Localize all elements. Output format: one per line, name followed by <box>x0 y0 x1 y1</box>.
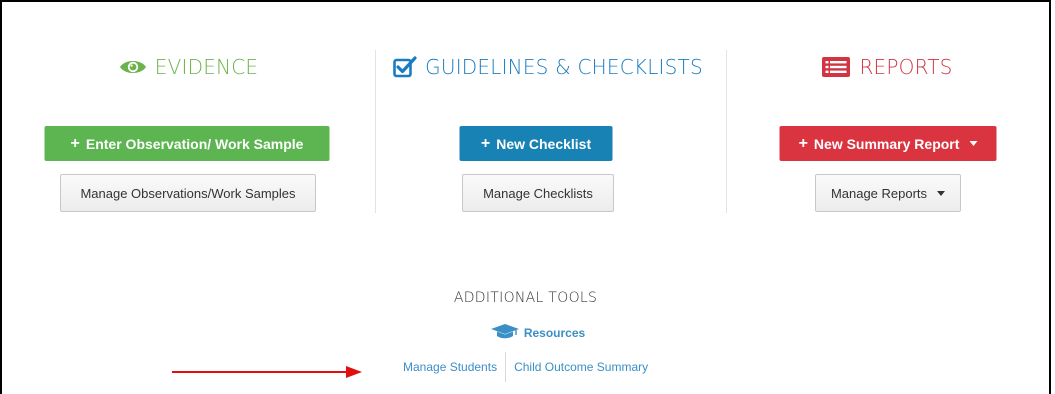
enter-observation-button[interactable]: + Enter Observation/ Work Sample <box>44 126 330 161</box>
reports-heading: REPORTS <box>725 55 1049 79</box>
reports-title: REPORTS <box>859 55 953 79</box>
reports-section: REPORTS + New Summary Report Manage Repo… <box>727 0 1049 230</box>
plus-icon: + <box>70 134 80 152</box>
guidelines-heading: GUIDELINES & CHECKLISTS <box>370 55 726 79</box>
new-checklist-button[interactable]: + New Checklist <box>459 126 613 161</box>
manage-reports-label: Manage Reports <box>830 185 928 201</box>
enter-observation-label: Enter Observation/ Work Sample <box>85 135 304 152</box>
link-separator <box>505 352 507 382</box>
resources-label: Resources <box>523 325 586 340</box>
child-outcome-summary-link[interactable]: Child Outcome Summary <box>514 360 648 374</box>
manage-checklists-label: Manage Checklists <box>483 185 593 201</box>
manage-checklists-button[interactable]: Manage Checklists <box>462 174 614 212</box>
evidence-title: EVIDENCE <box>154 55 259 79</box>
caret-down-icon <box>969 141 978 146</box>
graduation-cap-icon <box>490 323 520 342</box>
eye-icon <box>119 58 147 76</box>
guidelines-section: GUIDELINES & CHECKLISTS + New Checklist … <box>376 0 726 230</box>
report-list-icon <box>821 56 851 78</box>
manage-students-link[interactable]: Manage Students <box>403 360 497 374</box>
red-arrow-annotation <box>172 364 362 385</box>
new-summary-report-label: New Summary Report <box>813 135 960 152</box>
guidelines-title: GUIDELINES & CHECKLISTS <box>425 55 703 79</box>
evidence-heading: EVIDENCE <box>2 55 375 79</box>
new-checklist-label: New Checklist <box>496 135 592 152</box>
plus-icon: + <box>480 134 491 152</box>
caret-down-icon <box>937 190 946 196</box>
resources-link[interactable]: Resources <box>0 323 1055 342</box>
checkbox-icon <box>393 56 417 78</box>
manage-observations-button[interactable]: Manage Observations/Work Samples <box>60 174 316 212</box>
new-summary-report-button[interactable]: + New Summary Report <box>779 126 997 161</box>
additional-tools-links: Manage Students Child Outcome Summary <box>403 352 648 382</box>
evidence-section: EVIDENCE + Enter Observation/ Work Sampl… <box>2 0 375 230</box>
manage-observations-label: Manage Observations/Work Samples <box>80 185 296 201</box>
manage-reports-button[interactable]: Manage Reports <box>815 174 961 212</box>
plus-icon: + <box>798 134 808 152</box>
additional-tools-title: ADDITIONAL TOOLS <box>453 290 598 306</box>
